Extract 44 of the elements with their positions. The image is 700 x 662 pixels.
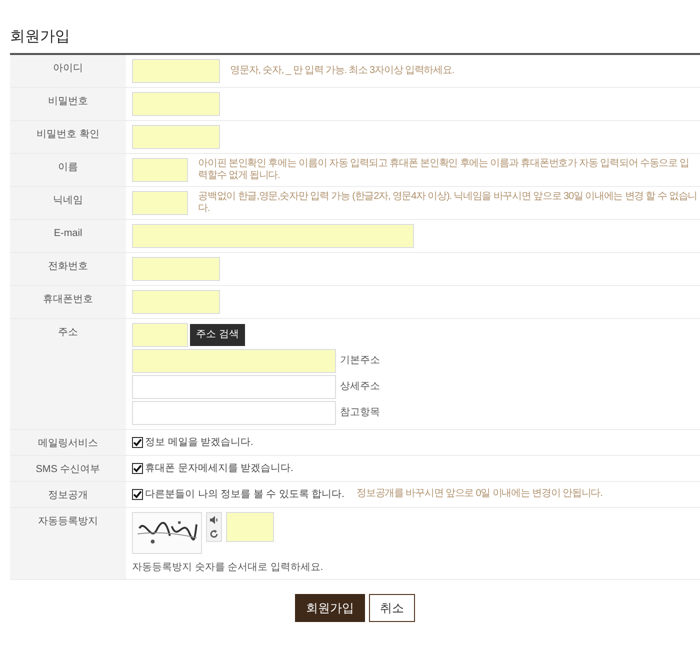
cancel-button[interactable]: 취소 [369,594,415,622]
hint-text: 정보공개를 바꾸시면 앞으로 0일 이내에는 변경이 안됩니다. [356,488,602,500]
row-label-cell: 정보공개 [10,482,126,506]
row-label-cell: 주소 [10,318,126,428]
input-field[interactable] [132,400,336,424]
input-field[interactable] [132,348,336,372]
input-field[interactable] [132,374,336,398]
input-field[interactable] [132,290,220,314]
checkbox-label: 다른분들이 나의 정보를 볼 수 있도록 합니다. [145,488,344,502]
row-label-cell: 아이디 [10,54,126,86]
field-label: 상세주소 [340,380,380,394]
checkbox-label: 정보 메일을 받겠습니다. [145,436,254,450]
input-field[interactable] [132,190,188,214]
input-field[interactable] [132,158,188,182]
signup-button[interactable]: 회원가입 [295,594,365,622]
input-field[interactable] [132,58,220,82]
input-field[interactable] [132,124,220,148]
row-label-cell: 휴대폰번호 [10,286,126,318]
checkbox-label: 휴대폰 문자메세지를 받겠습니다. [145,462,294,476]
input-field[interactable] [226,512,274,542]
checkbox[interactable] [132,436,143,448]
row-label-cell: 비밀번호 [10,88,126,120]
field-label: 참고항목 [340,406,380,420]
input-field[interactable] [132,256,220,280]
row-label-cell: 비밀번호 확인 [10,120,126,152]
row-label-cell: 메일링서비스 [10,430,126,454]
hint-text: 아이핀 본인확인 후에는 이름이 자동 입력되고 휴대폰 본인확인 후에는 이름과 휴대폰번호가 자동 입력되어 수동으로 입력할수 없게 됩니다. [198,158,690,182]
hint-text: 공백없이 한글,영문,숫자만 입력 가능 (한글2자, 영문4자 이상). 닉네임을 바꾸시면 앞으로 30일 이내에는 변경 할 수 없습니다. [198,190,698,214]
row-label-cell: 자동등록방지 [10,508,126,578]
checkbox[interactable] [132,462,143,474]
checkbox[interactable] [132,488,143,500]
address-search-button[interactable]: 주소 검색 [190,324,245,346]
field-label: 기본주소 [340,354,380,368]
row-label-cell: 닉네임 [10,186,126,218]
row-label-cell: 전화번호 [10,252,126,284]
input-field[interactable] [132,224,414,248]
row-label-cell: 이름 [10,154,126,186]
input-field[interactable] [132,322,188,346]
hint-text: 영문자, 숫자, _ 만 입력 가능. 최소 3자이상 입력하세요. [230,64,454,76]
row-label-cell: E-mail [10,220,126,252]
hint-text: 자동등록방지 숫자를 순서대로 입력하세요. [132,560,324,574]
page-title: 회원가입 [10,27,71,47]
row-label-cell: SMS 수신여부 [10,456,126,480]
input-field[interactable] [132,92,220,116]
